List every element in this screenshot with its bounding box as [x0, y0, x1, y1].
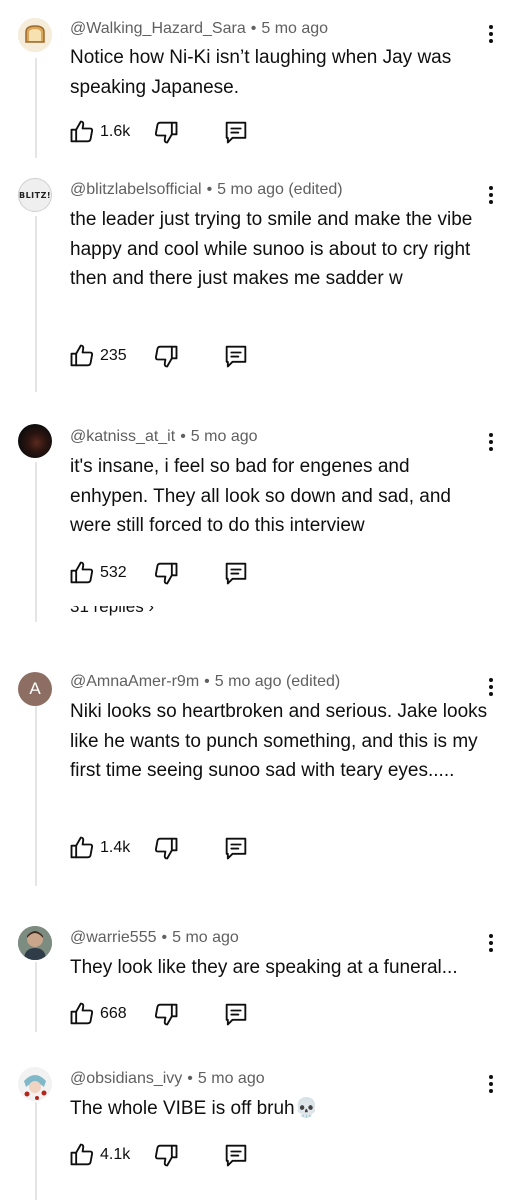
like-count: 1.4k: [100, 839, 131, 856]
reply-icon: [225, 837, 247, 860]
comment-text: The whole VIBE is off bruh💀: [70, 1098, 319, 1119]
figure-avatar-icon: [18, 926, 52, 960]
reply-button[interactable]: [222, 559, 250, 587]
like-icon: [70, 344, 94, 367]
comment-username[interactable]: @AmnaAmer-r9m: [70, 673, 199, 690]
comment-time: 5 mo ago: [217, 181, 284, 198]
avatar[interactable]: [18, 1067, 52, 1101]
comment-text: Niki looks so heartbroken and serious. J…: [70, 701, 488, 781]
bread-avatar-icon: [18, 18, 52, 52]
comment-text: the leader just trying to smile and make…: [70, 209, 473, 289]
comment-time: 5 mo ago: [214, 673, 282, 690]
like-button[interactable]: 668: [68, 1000, 127, 1028]
like-icon: [70, 561, 94, 584]
edited-label: (edited): [285, 673, 341, 690]
comment-meta: @obsidians_ivy • 5 mo ago: [70, 1070, 265, 1087]
dislike-button[interactable]: [152, 834, 180, 862]
like-icon: [70, 1143, 94, 1166]
comment-meta: @katniss_at_it • 5 mo ago: [70, 428, 258, 445]
comment-meta: @AmnaAmer-r9m • 5 mo ago (edited): [70, 673, 341, 690]
thread-line: [35, 1102, 37, 1200]
figure-avatar-icon: [18, 1067, 52, 1101]
dislike-icon: [154, 121, 178, 144]
comment-username[interactable]: @katniss_at_it: [70, 428, 175, 445]
reply-icon: [225, 562, 247, 585]
dislike-button[interactable]: [152, 559, 180, 587]
thread-line: [35, 462, 37, 622]
avatar[interactable]: [18, 18, 52, 52]
dislike-icon: [154, 562, 178, 585]
comment-text: They look like they are speaking at a fu…: [70, 957, 458, 978]
like-icon: [70, 120, 94, 143]
dislike-button[interactable]: [152, 342, 180, 370]
reply-icon: [225, 1144, 247, 1167]
like-count: 532: [100, 564, 127, 581]
comment-username[interactable]: @Walking_Hazard_Sara: [70, 20, 246, 37]
thread-line: [35, 58, 37, 158]
dislike-button[interactable]: [152, 1000, 180, 1028]
dislike-icon: [154, 1144, 178, 1167]
comment-text: it's insane, i feel so bad for engenes a…: [70, 456, 451, 536]
comment-time: 5 mo ago: [197, 1070, 265, 1087]
like-count: 235: [100, 347, 127, 364]
thread-line: [35, 706, 37, 886]
comment-meta: @Walking_Hazard_Sara • 5 mo ago: [70, 20, 329, 37]
like-count: 1.6k: [100, 123, 131, 140]
replies-label: 31 replies ›: [70, 606, 155, 616]
dislike-icon: [154, 345, 178, 368]
like-icon: [70, 1002, 94, 1025]
comment-time: 5 mo ago: [261, 20, 329, 37]
reply-button[interactable]: [222, 1141, 250, 1169]
like-icon: [70, 836, 94, 859]
view-replies-link[interactable]: 31 replies ›: [70, 606, 154, 624]
avatar[interactable]: [18, 926, 52, 960]
avatar[interactable]: A: [18, 672, 52, 706]
like-button[interactable]: 1.6k: [68, 118, 130, 146]
like-count: 4.1k: [100, 1146, 131, 1163]
comment-time: 5 mo ago: [172, 929, 239, 946]
edited-label: (edited): [288, 181, 343, 198]
reply-button[interactable]: [222, 1000, 250, 1028]
comment-text: Notice how Ni-Ki isn’t laughing when Jay…: [70, 47, 452, 98]
reply-icon: [225, 1003, 247, 1026]
comment-username[interactable]: @warrie555: [70, 929, 157, 946]
avatar-label: A: [29, 679, 41, 698]
reply-icon: [225, 345, 247, 368]
dislike-button[interactable]: [152, 1141, 180, 1169]
thread-line: [35, 216, 37, 392]
reply-button[interactable]: [222, 342, 250, 370]
comment-username[interactable]: @blitzlabelsofficial: [70, 181, 202, 198]
dislike-icon: [154, 1003, 178, 1026]
like-button[interactable]: 4.1k: [68, 1141, 130, 1169]
comment-username[interactable]: @obsidians_ivy: [70, 1070, 182, 1087]
comment-meta: @warrie555 • 5 mo ago: [70, 929, 239, 946]
thread-line: [35, 962, 37, 1032]
like-count: 668: [100, 1005, 127, 1022]
avatar[interactable]: BLITZ!: [18, 178, 52, 212]
reply-button[interactable]: [222, 118, 250, 146]
like-button[interactable]: 235: [68, 342, 127, 370]
comment-time: 5 mo ago: [190, 428, 258, 445]
like-button[interactable]: 532: [68, 559, 127, 587]
dislike-icon: [154, 837, 178, 860]
reply-icon: [225, 121, 247, 144]
avatar[interactable]: [18, 424, 52, 458]
like-button[interactable]: 1.4k: [68, 834, 130, 862]
dislike-button[interactable]: [152, 118, 180, 146]
comment-meta: @blitzlabelsofficial • 5 mo ago (edited): [70, 181, 343, 198]
reply-button[interactable]: [222, 834, 250, 862]
avatar-label: BLITZ!: [18, 190, 52, 200]
